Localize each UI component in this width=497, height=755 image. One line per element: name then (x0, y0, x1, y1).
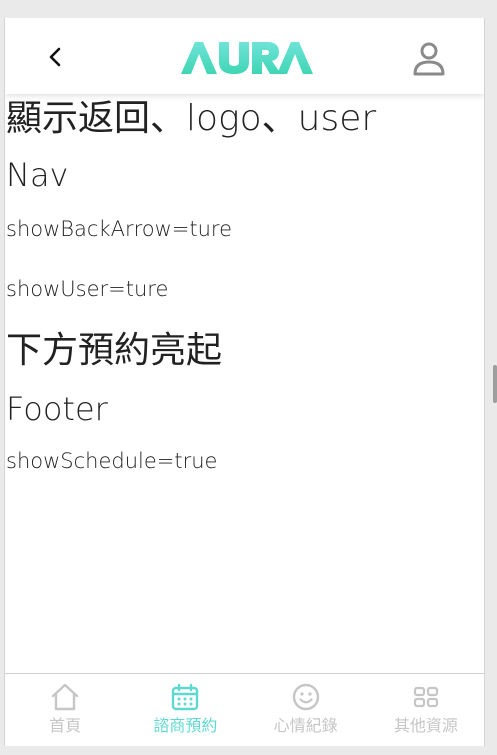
show-back-arrow-text: showBackArrow=ture (6, 217, 233, 241)
smile-icon (292, 683, 319, 711)
top-navbar (5, 18, 484, 94)
tab-resources[interactable]: 其他資源 (366, 674, 484, 746)
nav-label: Nav (6, 156, 69, 194)
bottom-tab-bar: 首頁 諮商預約 心情紀錄 其他資源 (5, 673, 484, 746)
grid-icon (413, 686, 438, 708)
home-icon (51, 683, 79, 711)
tab-schedule[interactable]: 諮商預約 (125, 674, 245, 746)
footer-label: Footer (6, 390, 108, 428)
tab-schedule-label: 諮商預約 (153, 716, 218, 735)
user-button[interactable] (411, 40, 447, 76)
tab-resources-label: 其他資源 (393, 716, 458, 735)
show-schedule-text: showSchedule=true (6, 449, 218, 473)
app-frame: 顯示返回、logo、user Nav showBackArrow=ture sh… (4, 18, 485, 746)
tab-home-label: 首頁 (49, 716, 82, 735)
scrollbar-handle[interactable] (493, 365, 497, 403)
tab-mood-label: 心情紀錄 (273, 716, 338, 735)
calendar-icon (172, 683, 199, 711)
chevron-left-icon (49, 47, 61, 67)
footer-heading: 下方預約亮起 (6, 330, 223, 371)
user-icon (413, 42, 445, 76)
nav-heading: 顯示返回、logo、user (6, 98, 377, 139)
tab-mood[interactable]: 心情紀錄 (246, 674, 366, 746)
back-button[interactable] (43, 44, 67, 70)
aura-logo (181, 42, 313, 74)
show-user-text: showUser=ture (6, 277, 169, 301)
tab-home[interactable]: 首頁 (5, 674, 125, 746)
